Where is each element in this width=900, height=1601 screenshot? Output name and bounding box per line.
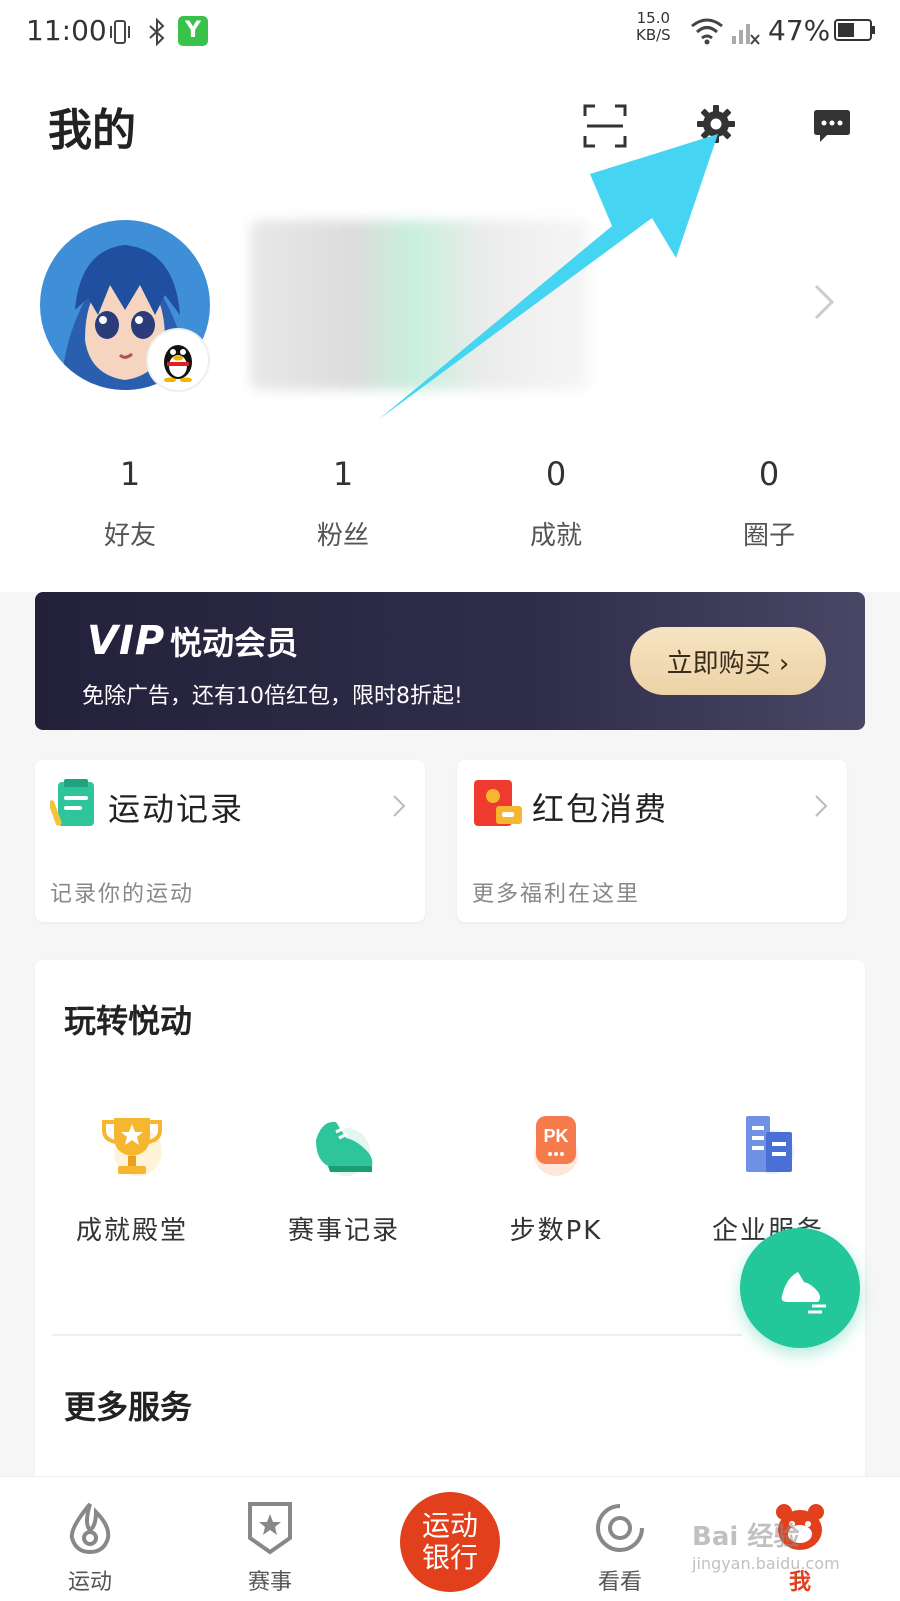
card-subtitle: 记录你的运动 <box>50 882 195 907</box>
stat-value: 1 <box>119 455 141 493</box>
nav-label: 看看 <box>597 1570 642 1595</box>
stat-circles[interactable]: 0 圈子 <box>694 455 844 552</box>
status-bar <box>0 0 900 66</box>
building-icon <box>746 1116 794 1174</box>
qq-badge <box>148 330 208 390</box>
circle-view-icon <box>596 1504 644 1552</box>
stat-achievements[interactable]: 0 成就 <box>481 455 631 552</box>
watermark: Bai 经验 <box>692 1522 800 1552</box>
nav-sport-bank[interactable]: 运动银行 <box>400 1492 500 1592</box>
nav-label: 运动银行 <box>421 1509 478 1574</box>
gear-icon <box>697 105 735 143</box>
stat-friends[interactable]: 1 好友 <box>55 455 205 552</box>
page-title: 我的 <box>48 105 136 156</box>
section-divider <box>52 1334 742 1336</box>
feature-label: 步数PK <box>509 1216 603 1246</box>
stat-value: 0 <box>545 455 567 493</box>
network-speed-value: 15.0 <box>636 9 671 27</box>
stat-value: 1 <box>332 455 354 493</box>
battery-percent: 47% <box>768 14 831 47</box>
vip-logo: VIP <box>87 618 166 664</box>
settings-button[interactable] <box>686 94 746 154</box>
chevron-right-icon[interactable] <box>812 282 836 322</box>
stat-value: 0 <box>758 455 780 493</box>
section-title: 更多服务 <box>64 1388 193 1426</box>
start-run-button[interactable] <box>740 1228 860 1348</box>
section-title: 玩转悦动 <box>64 1002 193 1040</box>
stat-label: 好友 <box>103 521 156 551</box>
red-packet-icon <box>474 780 522 826</box>
badge-star-icon <box>248 1502 292 1555</box>
bluetooth-icon <box>149 18 165 46</box>
vip-title: 悦动会员 <box>170 624 299 662</box>
stat-label: 粉丝 <box>316 521 369 551</box>
nav-label: 运动 <box>67 1570 112 1595</box>
stat-label: 成就 <box>529 521 582 551</box>
buy-now-button[interactable]: 立即购买 › <box>630 627 826 695</box>
nav-watch[interactable]: 看看 <box>560 1500 680 1596</box>
card-title: 运动记录 <box>108 790 245 828</box>
scan-button[interactable] <box>575 96 635 156</box>
vip-subtitle: 免除广告，还有10倍红包，限时8折起! <box>82 684 463 709</box>
flame-icon <box>69 1502 111 1555</box>
message-button[interactable] <box>802 96 862 156</box>
clipboard-icon <box>50 779 94 826</box>
scan-icon <box>583 104 627 148</box>
network-speed-unit: KB/S <box>636 26 671 44</box>
shoe-icon <box>316 1121 373 1176</box>
message-icon <box>814 110 850 142</box>
stat-label: 圈子 <box>742 521 795 551</box>
vibrate-icon <box>110 20 130 44</box>
feature-step-pk[interactable]: PK 步数PK <box>466 1110 646 1247</box>
wifi-icon <box>691 18 723 45</box>
feature-race-record[interactable]: 赛事记录 <box>254 1110 434 1247</box>
nav-events[interactable]: 赛事 <box>210 1500 330 1596</box>
running-shoe-icon <box>781 1272 826 1314</box>
feature-enterprise-service[interactable]: 企业服务 <box>678 1110 858 1247</box>
status-time: 11:00 <box>26 14 107 47</box>
nav-label: 赛事 <box>247 1570 292 1595</box>
watermark-url: jingyan.baidu.com <box>692 1554 840 1573</box>
card-title: 红包消费 <box>532 790 669 828</box>
chevron-right-icon <box>393 795 406 817</box>
network-speed: 15.0 KB/S <box>636 10 671 44</box>
feature-achievement-hall[interactable]: 成就殿堂 <box>42 1110 222 1247</box>
svg-text:PK: PK <box>543 1126 568 1146</box>
nav-sport[interactable]: 运动 <box>30 1500 150 1596</box>
chevron-right-icon <box>815 795 828 817</box>
pk-icon: PK <box>534 1116 578 1176</box>
battery-icon <box>834 19 875 41</box>
feature-label: 成就殿堂 <box>75 1216 188 1246</box>
signal-icon <box>732 24 760 45</box>
app-notification-icon: Y <box>178 16 208 46</box>
qq-penguin-icon <box>164 345 192 382</box>
card-subtitle: 更多福利在这里 <box>472 882 641 907</box>
blurred-username <box>250 220 590 390</box>
trophy-icon <box>102 1118 162 1176</box>
stat-fans[interactable]: 1 粉丝 <box>268 455 418 552</box>
feature-label: 赛事记录 <box>287 1216 400 1246</box>
